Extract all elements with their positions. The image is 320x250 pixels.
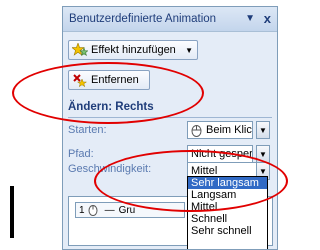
speed-option[interactable]: Sehr schnell bbox=[188, 225, 267, 237]
speed-option[interactable]: Langsam bbox=[188, 189, 267, 201]
start-value: Beim Klicken bbox=[206, 124, 252, 136]
remove-effect-icon bbox=[73, 74, 88, 87]
speed-option[interactable]: Schnell bbox=[188, 213, 267, 225]
add-effect-button[interactable]: Effekt hinzufügen ▼ bbox=[68, 40, 198, 60]
speed-dropdown-list[interactable]: Sehr langsam Langsam Mittel Schnell Sehr… bbox=[187, 176, 268, 249]
chevron-down-icon: ▼ bbox=[259, 149, 267, 159]
section-divider bbox=[68, 117, 272, 118]
pane-title: Benutzerdefinierte Animation bbox=[69, 13, 217, 25]
list-item-text: Gru bbox=[118, 204, 136, 216]
speed-option[interactable]: Mittel bbox=[188, 201, 267, 213]
speed-option[interactable]: Sehr langsam bbox=[188, 177, 267, 189]
list-item-dash: — bbox=[104, 204, 115, 216]
path-dropdown-button[interactable]: ▼ bbox=[256, 145, 270, 163]
black-mark bbox=[10, 186, 14, 238]
list-item[interactable]: 1 — Gru bbox=[75, 202, 185, 218]
remove-label: Entfernen bbox=[91, 74, 139, 86]
pane-menu-arrow-icon[interactable]: ▼ bbox=[245, 13, 255, 24]
pane-header: Benutzerdefinierte Animation ▼ x bbox=[63, 7, 277, 32]
chevron-down-icon: ▼ bbox=[185, 45, 193, 55]
path-field[interactable]: Nicht gesperrt bbox=[187, 145, 253, 163]
remove-button[interactable]: Entfernen bbox=[68, 70, 150, 90]
start-label: Starten: bbox=[68, 124, 107, 136]
path-label: Pfad: bbox=[68, 148, 94, 160]
add-effect-label: Effekt hinzufügen bbox=[91, 44, 176, 56]
chevron-down-icon: ▼ bbox=[259, 166, 267, 176]
speed-label: Geschwindigkeit: bbox=[68, 163, 152, 175]
list-item-number: 1 bbox=[79, 204, 85, 216]
mouse-icon bbox=[88, 205, 98, 216]
close-icon[interactable]: x bbox=[264, 11, 271, 26]
mouse-icon bbox=[191, 125, 202, 137]
custom-animation-pane: Benutzerdefinierte Animation ▼ x Effekt … bbox=[62, 6, 278, 250]
path-value: Nicht gesperrt bbox=[191, 148, 253, 160]
section-title: Ändern: Rechts bbox=[68, 101, 154, 113]
star-icon bbox=[72, 43, 88, 57]
start-dropdown-button[interactable]: ▼ bbox=[256, 121, 270, 139]
chevron-down-icon: ▼ bbox=[259, 125, 267, 135]
